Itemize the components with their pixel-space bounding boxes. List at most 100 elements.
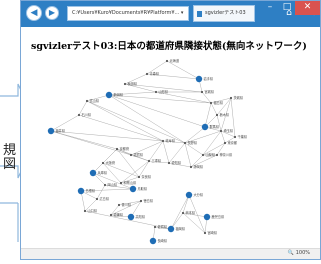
graph-edge bbox=[162, 140, 170, 164]
graph-edge bbox=[108, 94, 212, 104]
graph-node-label: 大阪府 bbox=[106, 160, 116, 165]
graph-node[interactable] bbox=[85, 99, 89, 103]
graph-node[interactable] bbox=[195, 75, 203, 83]
graph-node-label: 神奈川県 bbox=[220, 152, 234, 157]
graph-node[interactable] bbox=[47, 127, 55, 135]
graph-node-label: 茨城県 bbox=[234, 95, 244, 100]
graph-node-label: 熊本県 bbox=[186, 210, 196, 215]
graph-node-label: 島根県 bbox=[86, 188, 96, 193]
graph-node[interactable] bbox=[229, 96, 233, 100]
graph-node[interactable] bbox=[83, 209, 87, 213]
graph-node-label: 長野県 bbox=[188, 140, 198, 145]
graph-node-label: 青森県 bbox=[150, 71, 160, 76]
graph-node[interactable] bbox=[183, 141, 187, 145]
graph-node[interactable] bbox=[101, 161, 105, 165]
graph-node[interactable] bbox=[189, 165, 193, 169]
graph-node-label: 群馬県 bbox=[210, 124, 220, 129]
graph-node-label: 千葉県 bbox=[238, 134, 248, 139]
maximize-button[interactable]: □ bbox=[279, 1, 295, 15]
callout-text-line1: 規 bbox=[3, 143, 17, 158]
graph-node[interactable] bbox=[77, 113, 81, 117]
graph-node-label: 静岡県 bbox=[194, 164, 204, 169]
graph-node[interactable] bbox=[153, 225, 157, 229]
graph-nodes: 北海道青森県岩手県秋田県宮城県 山形県福島県 茨城県栃木県群馬県埼玉県千葉県東京都神… bbox=[47, 58, 248, 245]
graph-node[interactable] bbox=[185, 191, 193, 199]
graph-node[interactable] bbox=[115, 147, 119, 151]
graph-node[interactable] bbox=[201, 123, 209, 131]
graph-node[interactable] bbox=[129, 185, 137, 193]
graph-node-label: 石川県 bbox=[82, 112, 92, 117]
graph-node[interactable] bbox=[103, 183, 107, 187]
graph-node-label: 富山県 bbox=[90, 98, 100, 103]
zoom-level[interactable]: 🔍 100% bbox=[288, 250, 310, 256]
address-bar[interactable]: C:¥Users¥Kuro¥Documents¥R¥Platform¥... ▾ bbox=[67, 6, 189, 21]
graph-node[interactable] bbox=[137, 175, 141, 179]
graph-node-label: 高知県 bbox=[136, 214, 146, 219]
graph-node-label: 宮崎県 bbox=[208, 230, 218, 235]
graph-node[interactable] bbox=[109, 213, 113, 217]
graph-node[interactable] bbox=[105, 91, 113, 99]
graph-node-label: 京都府 bbox=[120, 146, 130, 151]
graph-node-label: 愛媛県 bbox=[114, 212, 124, 217]
graph-node-label: 宮城県 bbox=[205, 89, 215, 94]
graph-node[interactable] bbox=[200, 90, 204, 94]
graph-node-label: 滋賀県 bbox=[134, 152, 144, 157]
graph-node-label: 大分県 bbox=[194, 192, 204, 197]
graph-node[interactable] bbox=[95, 197, 99, 201]
graph-node-label: 和歌山県 bbox=[124, 180, 138, 185]
graph-node[interactable] bbox=[215, 153, 219, 157]
graph-node[interactable] bbox=[209, 101, 213, 105]
minimize-button[interactable]: – bbox=[261, 1, 279, 15]
graph-node[interactable] bbox=[201, 153, 205, 157]
graph-node[interactable] bbox=[167, 225, 175, 233]
graph-node-label: 岐阜県 bbox=[166, 138, 176, 143]
graph-node[interactable] bbox=[117, 203, 121, 207]
browser-window: ◀ ▶ C:¥Users¥Kuro¥Documents¥R¥Platform¥.… bbox=[20, 0, 321, 260]
graph-node[interactable] bbox=[145, 72, 149, 76]
tab-sgvizler[interactable]: sgvizlerテスト03 bbox=[193, 5, 255, 22]
graph-node[interactable] bbox=[223, 141, 227, 145]
graph-node-label: 徳島県 bbox=[144, 198, 154, 203]
close-button[interactable]: ✕ bbox=[295, 1, 320, 15]
graph-node[interactable] bbox=[127, 213, 135, 221]
graph-node-label: 山梨県 bbox=[206, 152, 216, 157]
graph-node[interactable] bbox=[123, 82, 127, 86]
graph-node[interactable] bbox=[139, 199, 143, 203]
graph-node[interactable] bbox=[181, 211, 185, 215]
graph-node-label: 愛知県 bbox=[172, 160, 182, 165]
graph-node[interactable] bbox=[89, 169, 97, 177]
graph-node[interactable] bbox=[167, 161, 171, 165]
graph-node-label: 東京都 bbox=[228, 140, 238, 145]
graph-node-label: 山形県 bbox=[159, 89, 169, 94]
graph-node-label: 広島県 bbox=[100, 196, 110, 201]
graph-node[interactable] bbox=[203, 231, 207, 235]
graph-edge bbox=[202, 130, 222, 156]
graph-node-label: 鳥取県 bbox=[138, 186, 148, 191]
graph-node-label: 北海道 bbox=[170, 58, 180, 63]
graph-node[interactable] bbox=[161, 139, 165, 143]
graph-node-label: 栃木県 bbox=[220, 112, 230, 117]
network-graph: 北海道青森県岩手県秋田県宮城県 山形県福島県 茨城県栃木県群馬県埼玉県千葉県東京都神… bbox=[47, 58, 248, 245]
graph-node[interactable] bbox=[119, 181, 123, 185]
graph-node[interactable] bbox=[233, 135, 237, 139]
graph-node[interactable] bbox=[219, 129, 223, 133]
back-icon[interactable]: ◀ bbox=[26, 5, 42, 21]
graph-node[interactable] bbox=[165, 59, 169, 63]
graph-node-label: 秋田県 bbox=[128, 81, 138, 86]
graph-edge bbox=[108, 94, 206, 128]
graph-node-label: 香川県 bbox=[122, 202, 132, 207]
graph-edge bbox=[204, 102, 212, 128]
graph-node[interactable] bbox=[147, 159, 151, 163]
graph-node[interactable] bbox=[149, 237, 157, 245]
graph-node[interactable] bbox=[77, 187, 85, 195]
status-bar: 🔍 100% bbox=[21, 248, 320, 259]
tab-page-icon bbox=[197, 11, 202, 17]
graph-node-label: 新潟県 bbox=[114, 92, 124, 97]
graph-node[interactable] bbox=[203, 213, 211, 221]
forward-icon[interactable]: ▶ bbox=[45, 6, 59, 20]
graph-node[interactable] bbox=[129, 153, 133, 157]
graph-node[interactable] bbox=[154, 90, 158, 94]
tab-title: sgvizlerテスト03 bbox=[205, 10, 246, 16]
graph-node[interactable] bbox=[215, 113, 219, 117]
graph-node-label: 佐賀県 bbox=[158, 224, 168, 229]
